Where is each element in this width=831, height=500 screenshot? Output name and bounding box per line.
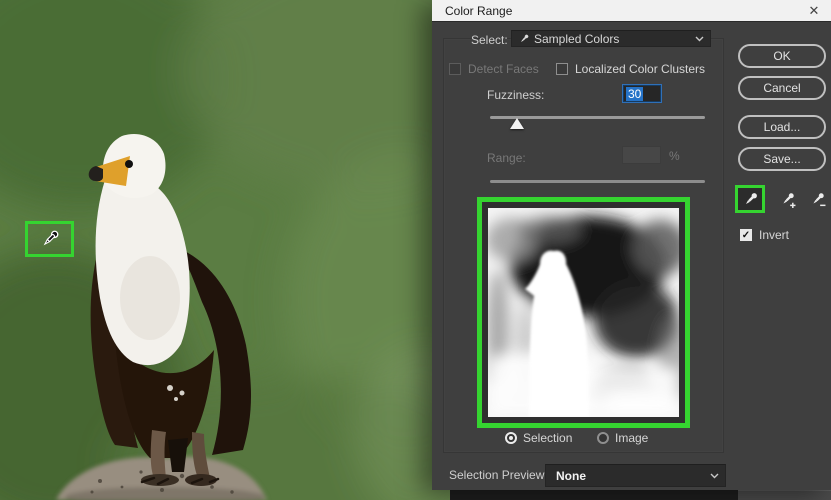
radio-selection-dot[interactable] <box>505 432 517 444</box>
chevron-down-icon <box>695 36 704 42</box>
radio-image-label: Image <box>615 431 649 445</box>
radio-selection-label: Selection <box>523 431 573 445</box>
dialog-titlebar[interactable]: Color Range ✕ <box>432 0 831 22</box>
eyedropper-minus-tool-button[interactable] <box>802 185 831 213</box>
photoshop-screen: Color Range ✕ Select: Sampled Colors Det… <box>0 0 831 500</box>
range-label: Range: <box>487 151 526 165</box>
select-dropdown[interactable]: Sampled Colors <box>511 30 711 47</box>
cancel-button[interactable]: Cancel <box>738 76 826 100</box>
detect-faces-box <box>449 63 461 75</box>
background-panel-strip <box>738 490 831 500</box>
load-button[interactable]: Load... <box>738 115 826 139</box>
background-canvas-strip <box>450 490 738 500</box>
selection-preview-label: Selection Preview: <box>449 468 548 482</box>
sample-highlight-box <box>25 221 74 257</box>
invert-checkbox[interactable]: ✓ Invert <box>740 228 789 242</box>
invert-box[interactable]: ✓ <box>740 229 752 241</box>
close-icon[interactable]: ✕ <box>805 2 823 20</box>
mask-preview-image <box>488 208 679 417</box>
chevron-down-icon <box>710 473 719 479</box>
invert-label: Invert <box>759 228 790 242</box>
dialog-body: Select: Sampled Colors Detect Faces Loca… <box>432 22 831 490</box>
selection-preview-value: None <box>556 468 586 483</box>
fuzziness-input[interactable]: 30 <box>622 84 662 103</box>
color-range-dialog: Color Range ✕ Select: Sampled Colors Det… <box>432 0 831 490</box>
radio-image[interactable]: Image <box>597 431 648 445</box>
localized-clusters-label: Localized Color Clusters <box>575 62 706 76</box>
fuzziness-value: 30 <box>626 86 644 101</box>
select-value: Sampled Colors <box>534 31 620 46</box>
select-label: Select: <box>471 33 508 47</box>
ok-button[interactable]: OK <box>738 44 826 68</box>
mask-preview-highlight[interactable] <box>477 197 690 428</box>
detect-faces-label: Detect Faces <box>468 62 539 76</box>
detect-faces-checkbox: Detect Faces <box>449 62 539 76</box>
eyedropper-small-icon <box>518 33 530 45</box>
localized-clusters-checkbox[interactable]: Localized Color Clusters <box>556 62 705 76</box>
eyedropper-tool-button[interactable] <box>735 185 765 213</box>
radio-selection[interactable]: Selection <box>505 431 572 445</box>
eyedropper-icon <box>745 192 757 204</box>
eyedropper-cursor-icon[interactable] <box>39 228 61 250</box>
range-input <box>622 146 661 164</box>
eyedropper-plus-tool-button[interactable] <box>772 185 802 213</box>
localized-clusters-box[interactable] <box>556 63 568 75</box>
radio-image-dot[interactable] <box>597 432 609 444</box>
dialog-title: Color Range <box>445 3 513 18</box>
fuzziness-label: Fuzziness: <box>487 88 545 102</box>
range-slider-track <box>490 180 705 183</box>
range-unit: % <box>669 149 680 163</box>
fuzziness-slider-thumb[interactable] <box>510 118 524 129</box>
eyedropper-plus-icon <box>782 192 795 208</box>
save-button[interactable]: Save... <box>738 147 826 171</box>
selection-preview-dropdown[interactable]: None <box>545 464 726 487</box>
eyedropper-minus-icon <box>812 192 825 206</box>
